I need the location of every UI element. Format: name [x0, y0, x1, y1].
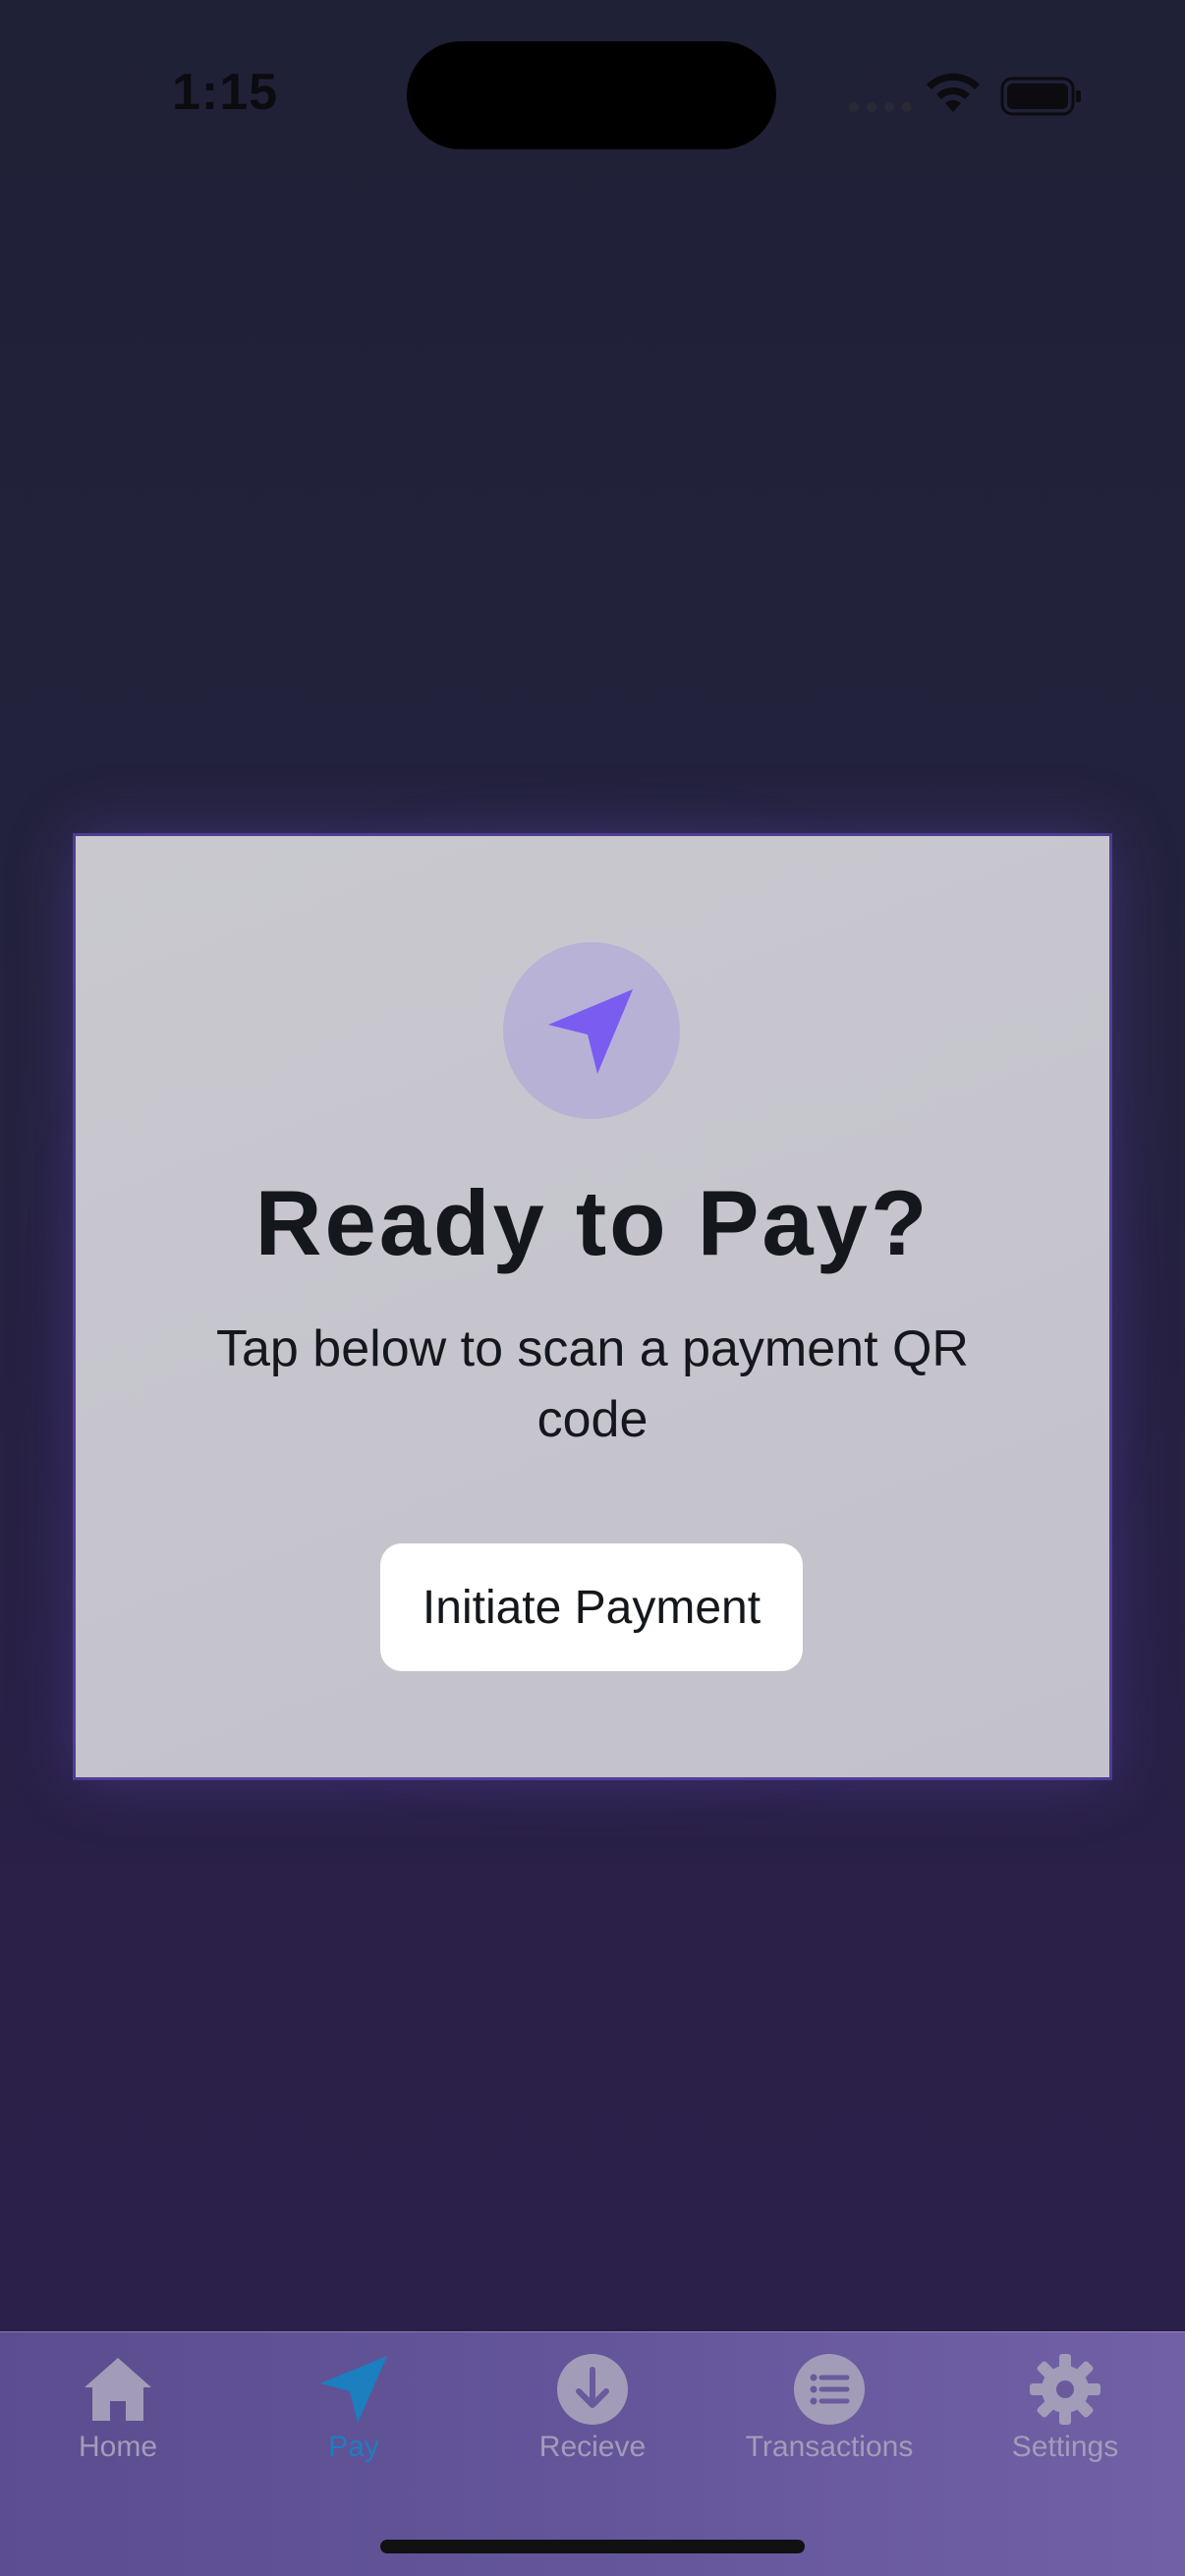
list-circle-icon — [794, 2354, 865, 2425]
paper-plane-icon — [320, 2356, 387, 2423]
tab-home[interactable]: Home — [0, 2352, 236, 2480]
initiate-payment-button[interactable]: Initiate Payment — [380, 1543, 803, 1671]
tab-transactions[interactable]: Transactions — [711, 2352, 947, 2480]
home-indicator[interactable] — [380, 2540, 805, 2553]
tab-label-home: Home — [78, 2431, 158, 2463]
tab-pay[interactable]: Pay — [236, 2352, 472, 2480]
status-bar: 1:15 — [0, 0, 1185, 167]
card-title: Ready to Pay? — [254, 1171, 931, 1274]
paper-plane-icon — [548, 989, 633, 1074]
pay-icon-badge — [503, 942, 680, 1119]
pay-card: Ready to Pay? Tap below to scan a paymen… — [76, 836, 1109, 1777]
dynamic-island — [407, 41, 776, 149]
arrow-down-circle-icon — [557, 2354, 628, 2425]
tab-settings[interactable]: Settings — [947, 2352, 1183, 2480]
home-icon — [85, 2358, 151, 2421]
tab-recieve[interactable]: Recieve — [475, 2352, 710, 2480]
cellular-signal-icon — [849, 102, 912, 112]
card-subtitle: Tap below to scan a payment QR code — [216, 1320, 969, 1448]
tab-label-settings: Settings — [1011, 2431, 1119, 2463]
tab-label-transactions: Transactions — [745, 2431, 914, 2463]
tab-bar: Home Pay Recieve Transactions Settings — [0, 2331, 1185, 2576]
gear-icon — [1030, 2354, 1100, 2425]
tab-label-pay: Pay — [328, 2431, 379, 2463]
battery-icon — [1000, 77, 1081, 116]
tab-label-recieve: Recieve — [538, 2431, 647, 2463]
wifi-icon — [927, 73, 980, 112]
status-time: 1:15 — [172, 64, 279, 121]
